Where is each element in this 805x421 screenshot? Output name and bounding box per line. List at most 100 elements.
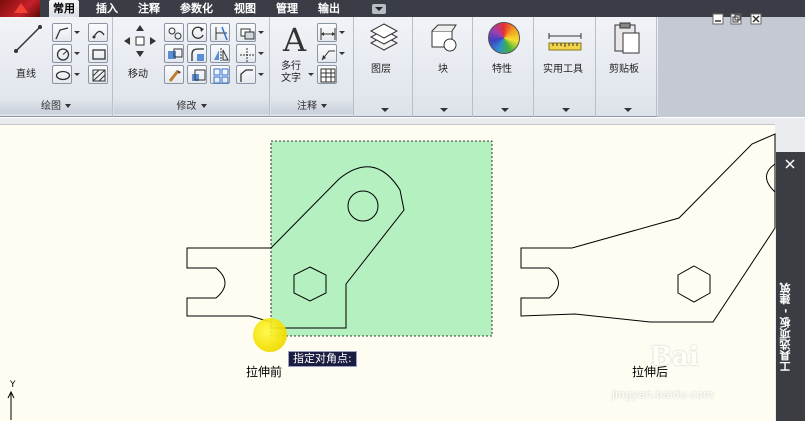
trim-button[interactable] [210, 23, 230, 42]
panel-clipboard[interactable]: 剪贴板 [597, 17, 657, 117]
dimension-dropdown[interactable] [338, 23, 345, 42]
rotate-button[interactable] [187, 23, 207, 42]
table-icon [320, 68, 336, 83]
tab-home[interactable]: 常用 [49, 0, 79, 17]
fillet-button[interactable] [187, 44, 207, 63]
leader-button[interactable] [317, 44, 337, 63]
ucs-axis-icon [7, 390, 15, 420]
close-icon[interactable] [750, 13, 762, 25]
leader-icon [321, 50, 335, 61]
layers-label: 图层 [371, 64, 391, 75]
ellipse-icon [55, 70, 71, 81]
tab-view[interactable]: 视图 [230, 0, 260, 17]
ribbon-minimize-dropdown[interactable] [372, 4, 386, 14]
paintbrush-icon [168, 70, 181, 82]
ellipse-button[interactable] [52, 65, 72, 84]
offset-button[interactable] [164, 65, 184, 84]
polyline-icon [55, 27, 69, 40]
table-button[interactable] [317, 65, 337, 84]
panel-annotation-title[interactable]: 注释 [271, 100, 353, 114]
line-button[interactable]: 直线 [6, 21, 46, 80]
color-wheel-icon [488, 22, 520, 54]
chevron-down-icon [500, 108, 509, 112]
rectangle-button[interactable] [88, 44, 108, 63]
panel-modify: 移动 修改 [114, 17, 270, 117]
mirror-icon [214, 48, 229, 61]
arc-button[interactable] [88, 23, 108, 42]
polyline-button[interactable] [52, 23, 72, 42]
ucs-icon: Y [6, 380, 22, 421]
array-button[interactable] [210, 65, 230, 84]
panel-properties[interactable]: 特性 [474, 17, 534, 117]
panel-draw: 直线 绘图 [0, 17, 113, 117]
tab-parametric[interactable]: 参数化 [176, 0, 217, 17]
explode-button[interactable] [236, 44, 256, 63]
ucs-y-label: Y [10, 380, 16, 390]
stretch-icon [168, 48, 183, 59]
copy-button[interactable] [164, 23, 184, 42]
chevron-down-icon [562, 108, 570, 112]
leader-dropdown[interactable] [338, 44, 345, 63]
scale-button[interactable] [187, 65, 207, 84]
array-icon [213, 68, 229, 84]
erase-dropdown[interactable] [257, 23, 264, 42]
watermark-logo-text: Bai [650, 342, 699, 372]
copy-icon [168, 27, 182, 40]
panel-layers[interactable]: 图层 [355, 17, 413, 117]
dynamic-input-tooltip: 指定对角点: [288, 351, 357, 367]
ellipse-dropdown[interactable] [73, 65, 80, 84]
stretch-button[interactable] [164, 44, 184, 63]
erase-button[interactable] [236, 23, 256, 42]
panel-annotation-title-text: 注释 [297, 101, 317, 112]
clipboard-icon [614, 22, 640, 54]
fillet-icon [191, 48, 204, 61]
properties-label: 特性 [492, 64, 512, 75]
chevron-down-icon [380, 108, 389, 112]
mtext-dropdown[interactable] [307, 65, 314, 84]
rectangle-icon [92, 49, 106, 60]
application-menu-button[interactable] [0, 0, 40, 17]
tab-annotate[interactable]: 注释 [134, 0, 164, 17]
restore-icon[interactable] [730, 13, 742, 25]
panel-utilities[interactable]: 实用工具 [535, 17, 596, 117]
mtext-label: 多行 文字 [281, 61, 301, 84]
chamfer-icon [240, 69, 253, 82]
line-icon [14, 25, 42, 53]
circle-icon [56, 48, 70, 61]
panel-block[interactable]: 块 [414, 17, 473, 117]
panel-draw-title[interactable]: 绘图 [0, 100, 112, 114]
hatch-button[interactable] [88, 65, 108, 84]
hatch-icon [92, 69, 106, 82]
block-label: 块 [438, 64, 448, 75]
ribbon: 直线 绘图 移动 修改 A 多行 文字 注释 图层 块 特性 实用工具 剪贴板 [0, 17, 805, 117]
tool-palette-title: 工具选项板 - 建筑 [779, 282, 792, 372]
chevron-down-icon [623, 108, 632, 112]
scale-icon [192, 69, 206, 81]
mirror-button[interactable] [210, 44, 230, 63]
tab-manage[interactable]: 管理 [272, 0, 302, 17]
clipboard-label: 剪贴板 [609, 64, 639, 75]
circle-button[interactable] [52, 44, 72, 63]
rotate-icon [191, 26, 204, 39]
tab-output[interactable]: 输出 [314, 0, 344, 17]
panel-modify-title[interactable]: 修改 [114, 100, 269, 114]
arc-icon [92, 30, 105, 39]
explode-dropdown[interactable] [257, 44, 264, 63]
trim-icon [215, 26, 228, 41]
move-button[interactable]: 移动 [120, 21, 160, 80]
minimize-icon[interactable] [712, 13, 724, 25]
text-A-icon: A [283, 21, 307, 59]
chamfer-button[interactable] [236, 65, 256, 84]
chamfer-dropdown[interactable] [257, 65, 264, 84]
line-label: 直线 [16, 69, 36, 80]
tool-palette[interactable]: 工具选项板 - 建筑 [776, 152, 805, 421]
polyline-dropdown[interactable] [73, 23, 80, 42]
menu-tab-bar: 常用 插入 注释 参数化 视图 管理 输出 [0, 0, 805, 17]
tab-insert[interactable]: 插入 [92, 0, 122, 17]
dimension-button[interactable] [317, 23, 337, 42]
chevron-down-icon [321, 104, 327, 108]
block-icon [431, 24, 457, 52]
move-icon [124, 25, 156, 57]
circle-dropdown[interactable] [73, 44, 80, 63]
close-icon[interactable] [784, 158, 796, 170]
